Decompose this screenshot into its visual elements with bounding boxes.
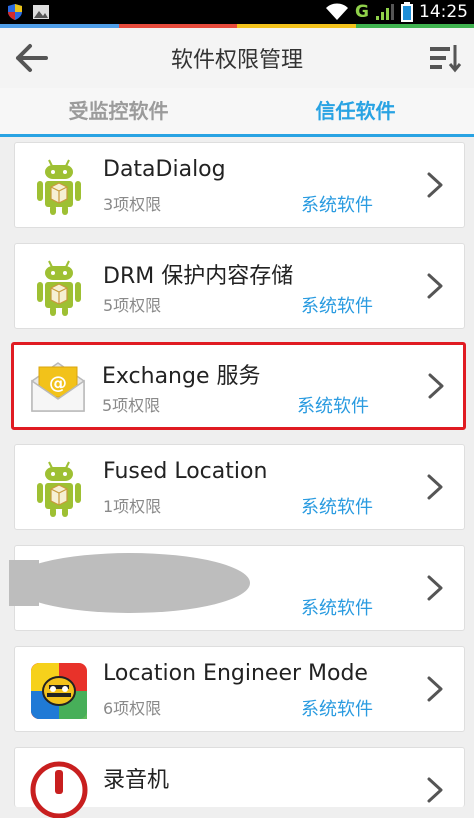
chevron-right-icon — [427, 172, 443, 198]
permission-count: 6项权限 — [103, 699, 162, 718]
app-name: Exchange 服务 — [102, 364, 261, 389]
list-item-highlighted[interactable]: @ Exchange 服务 5项权限 系统软件 — [11, 342, 466, 430]
app-type-tag: 系统软件 — [297, 396, 369, 417]
battery-icon — [401, 2, 413, 22]
list-item[interactable]: 录音机 — [14, 747, 465, 818]
list-item[interactable]: Location Engineer Mode 6项权限 系统软件 — [14, 646, 465, 732]
android-icon — [36, 461, 82, 518]
svg-text:@: @ — [49, 373, 67, 394]
tab-trusted[interactable]: 信任软件 — [237, 88, 474, 134]
chevron-right-icon — [427, 575, 443, 601]
page-title: 软件权限管理 — [170, 48, 303, 73]
tab-bar: 受监控软件 信任软件 — [0, 88, 474, 135]
permission-count: 5项权限 — [102, 396, 161, 415]
app-name: DataDialog — [103, 157, 226, 182]
chevron-right-icon — [427, 474, 443, 500]
chevron-right-icon — [427, 676, 443, 702]
recorder-icon — [30, 761, 88, 818]
tab-monitored[interactable]: 受监控软件 — [0, 88, 237, 134]
app-type-tag: 系统软件 — [301, 497, 373, 518]
list-item[interactable]: DataDialog 3项权限 系统软件 — [14, 142, 465, 228]
network-type: G — [355, 2, 369, 22]
permission-count: 3项权限 — [103, 195, 162, 214]
android-icon — [36, 260, 82, 317]
app-type-tag: 系统软件 — [301, 598, 373, 619]
clock: 14:25 — [419, 2, 468, 22]
chevron-right-icon — [428, 373, 444, 399]
redacted-blur — [9, 553, 250, 613]
tab-indicator — [0, 134, 474, 137]
title-bar: 软件权限管理 — [0, 28, 474, 88]
chevron-right-icon — [427, 273, 443, 299]
app-type-tag: 系统软件 — [301, 195, 373, 216]
app-type-tag: 系统软件 — [301, 296, 373, 317]
app-name: 录音机 — [103, 768, 170, 793]
signal-icon — [376, 4, 394, 20]
permission-count: 1项权限 — [103, 497, 162, 516]
app-name: Location Engineer Mode — [103, 661, 368, 686]
app-name: DRM 保护内容存储 — [103, 264, 294, 289]
permission-count: 5项权限 — [103, 296, 162, 315]
bee-icon — [31, 663, 87, 719]
sort-icon[interactable] — [428, 42, 462, 74]
wifi-icon — [326, 3, 349, 20]
app-type-tag: 系统软件 — [301, 699, 373, 720]
android-icon — [36, 159, 82, 216]
list-item[interactable]: Fused Location 1项权限 系统软件 — [14, 444, 465, 530]
shield-icon — [8, 4, 22, 20]
list-item[interactable]: DRM 保护内容存储 5项权限 系统软件 — [14, 243, 465, 329]
status-bar: G 14:25 — [0, 0, 474, 24]
chevron-right-icon — [427, 777, 443, 803]
image-icon — [33, 5, 49, 19]
email-icon: @ — [31, 362, 85, 412]
app-name: Fused Location — [103, 459, 268, 484]
list-item[interactable]: 系统软件 — [9, 545, 465, 631]
